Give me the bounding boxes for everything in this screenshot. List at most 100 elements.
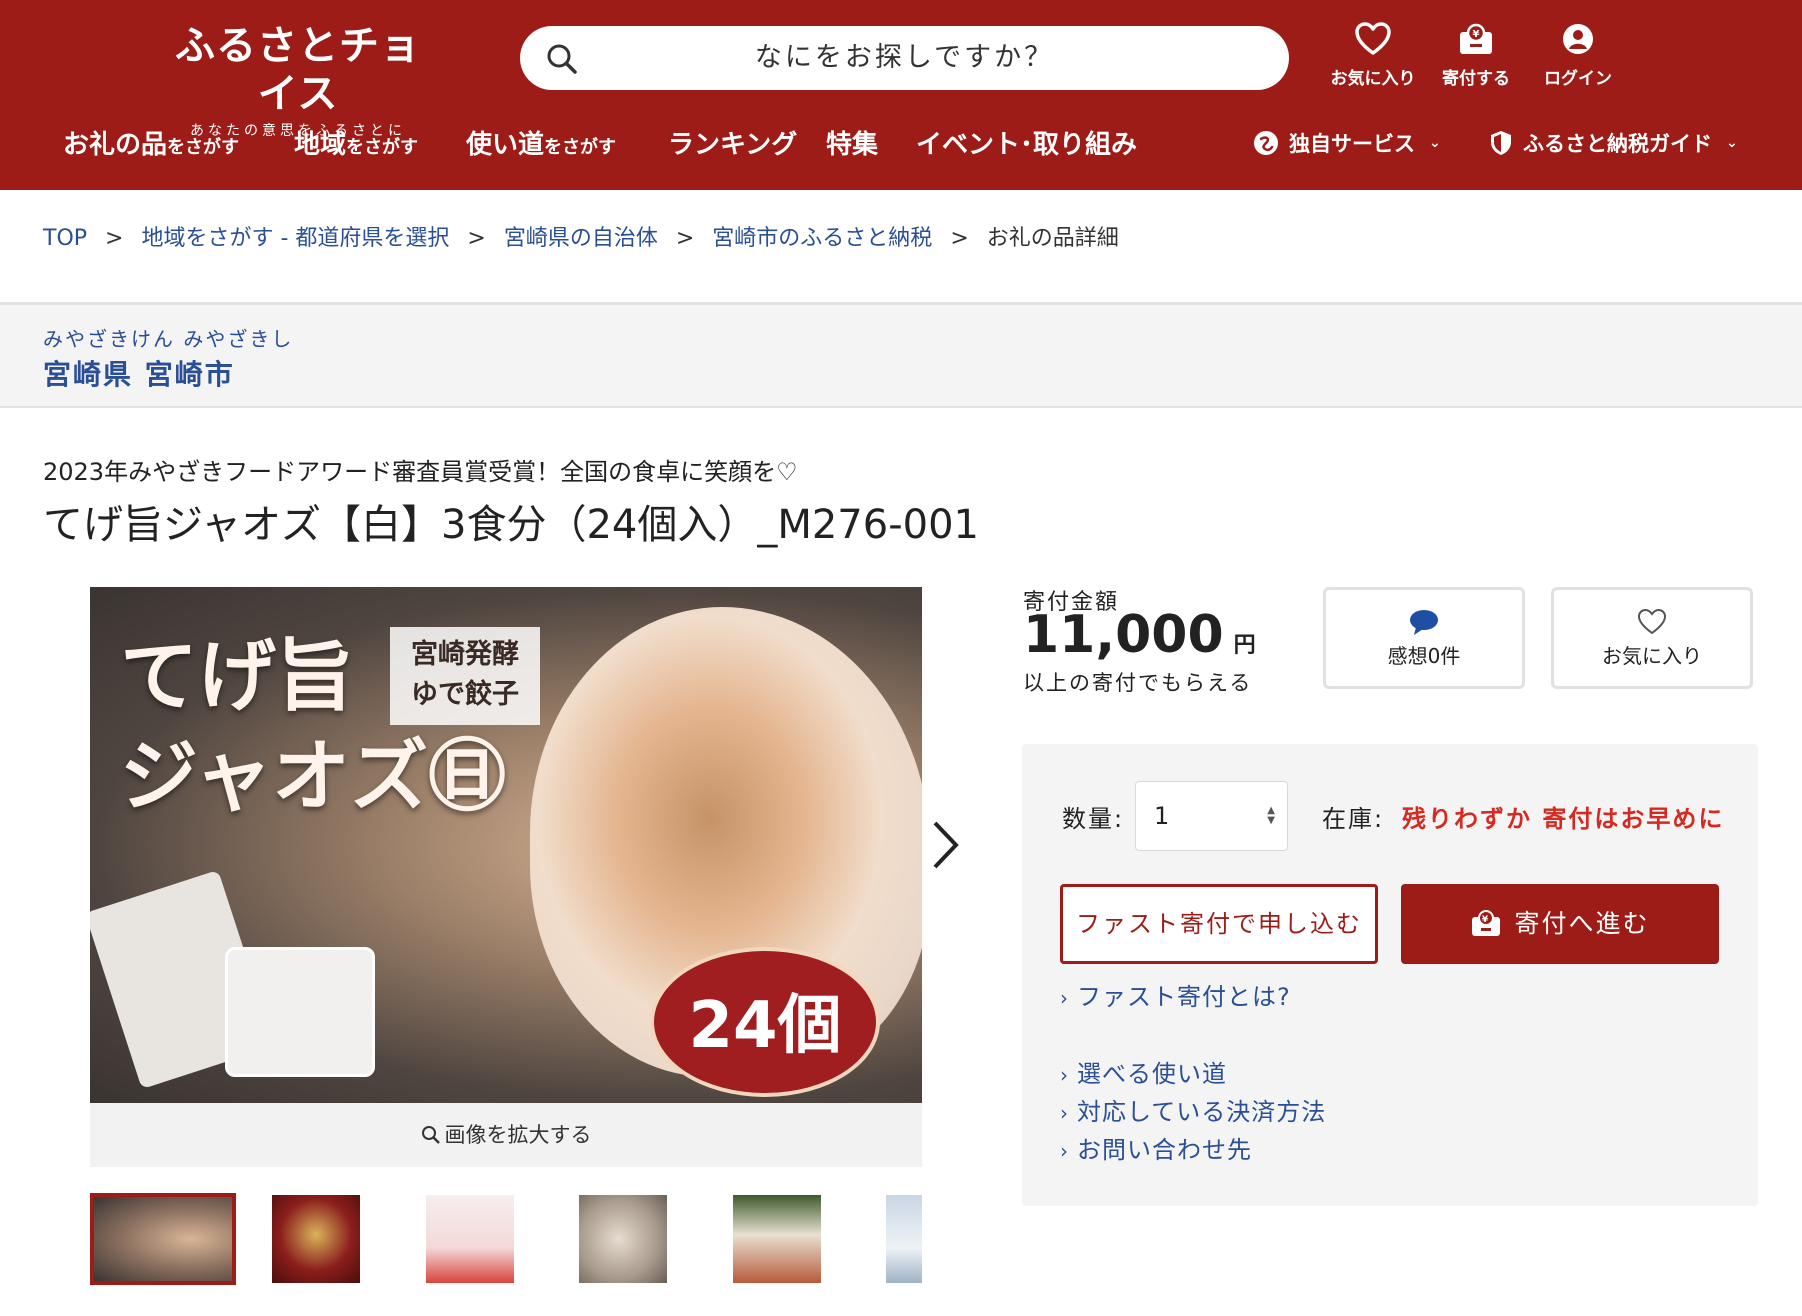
thumbnail[interactable] bbox=[426, 1195, 514, 1283]
nav-gifts-suffix: をさがす bbox=[167, 137, 240, 158]
favorite-label: お気に入り bbox=[1602, 644, 1702, 668]
thumbnail[interactable] bbox=[886, 1195, 922, 1283]
breadcrumb-region[interactable]: 地域をさがす - 都道府県を選択 bbox=[141, 226, 449, 251]
proceed-donate-label: 寄付へ進む bbox=[1514, 909, 1650, 938]
product-main-image[interactable]: てげ旨 ジャオズ㊐ 宮崎発酵 ゆで餃子 24個 bbox=[90, 587, 922, 1103]
municipality-kana: みやざきけん みやざきし bbox=[43, 327, 294, 351]
thumbnail[interactable] bbox=[579, 1195, 667, 1283]
chevron-down-icon: ⌄ bbox=[1726, 135, 1738, 151]
nav-events[interactable]: イベント･取り組み bbox=[916, 124, 1137, 161]
spinner-icon[interactable]: ▲ ▼ bbox=[1267, 806, 1275, 826]
nav-usage[interactable]: 使い道をさがす bbox=[466, 124, 616, 161]
nav-guide[interactable]: ふるさと納税ガイド ⌄ bbox=[1489, 128, 1738, 158]
reviews-label: 感想0件 bbox=[1387, 644, 1461, 668]
search-input[interactable]: なにをお探しですか？ bbox=[520, 26, 1289, 90]
reviews-button[interactable]: 感想0件 bbox=[1323, 587, 1525, 689]
nav-services-label: 独自サービス bbox=[1289, 132, 1415, 156]
speech-bubble-icon bbox=[1410, 610, 1438, 635]
donation-box-icon: ¥ bbox=[1472, 910, 1501, 936]
magnifier-icon bbox=[421, 1126, 440, 1144]
chevron-right-icon: › bbox=[1060, 1101, 1069, 1125]
nav-ranking[interactable]: ランキング bbox=[668, 124, 797, 161]
nav-region-suffix: をさがす bbox=[346, 137, 419, 158]
breadcrumb-prefecture[interactable]: 宮崎県の自治体 bbox=[504, 226, 658, 251]
nav-region-label: 地域 bbox=[294, 130, 347, 160]
thumbnail[interactable] bbox=[90, 1193, 236, 1285]
chevron-right-icon[interactable] bbox=[930, 820, 960, 870]
heart-icon bbox=[1355, 22, 1391, 55]
usage-label: 選べる使い道 bbox=[1077, 1060, 1227, 1088]
nav-guide-label: ふるさと納税ガイド bbox=[1523, 132, 1712, 156]
nav-usage-label: 使い道 bbox=[466, 130, 545, 160]
image-tag-line1: 宮崎発酵 bbox=[411, 639, 519, 670]
image-tag-line2: ゆで餃子 bbox=[411, 679, 519, 710]
chevron-right-icon: › bbox=[1060, 1063, 1069, 1087]
quantity-value: 1 bbox=[1154, 802, 1170, 830]
chevron-down-icon: ⌄ bbox=[1429, 135, 1441, 151]
breadcrumb-separator: > bbox=[467, 226, 486, 251]
svg-text:¥: ¥ bbox=[1482, 915, 1490, 925]
thumbnail[interactable] bbox=[272, 1195, 360, 1283]
main-nav: お礼の品をさがす 地域をさがす 使い道をさがす ランキング 特集 イベント･取り… bbox=[0, 124, 1802, 164]
search-box[interactable]: なにをお探しですか？ bbox=[520, 26, 1289, 90]
breadcrumb-separator: > bbox=[675, 226, 695, 251]
currency-label: 円 bbox=[1233, 633, 1256, 658]
chevron-right-icon: › bbox=[1060, 1139, 1069, 1163]
contact-label: お問い合わせ先 bbox=[1077, 1136, 1252, 1164]
nav-feature-label: 特集 bbox=[826, 130, 879, 160]
image-title-line2: ジャオズ㊐ bbox=[120, 731, 507, 822]
tray-photo bbox=[225, 947, 375, 1077]
usage-link[interactable]: › 選べる使い道 bbox=[1060, 1054, 1227, 1089]
nav-feature[interactable]: 特集 bbox=[826, 124, 878, 161]
login-link[interactable]: ログイン bbox=[1530, 22, 1626, 89]
nav-ranking-label: ランキング bbox=[668, 130, 798, 160]
breadcrumb-current: お礼の品詳細 bbox=[986, 226, 1119, 251]
breadcrumb-city[interactable]: 宮崎市のふるさと納税 bbox=[712, 226, 932, 251]
breadcrumb-separator: > bbox=[105, 226, 124, 251]
breadcrumb: TOP > 地域をさがす - 都道府県を選択 > 宮崎県の自治体 > 宮崎市のふるさと納税 >… bbox=[43, 220, 1119, 252]
logo-text: ふるさとチョイス bbox=[175, 22, 421, 117]
payment-link[interactable]: › 対応している決済方法 bbox=[1060, 1092, 1326, 1127]
nav-gifts[interactable]: お礼の品をさがす bbox=[63, 124, 239, 161]
favorites-link[interactable]: お気に入り bbox=[1325, 22, 1421, 89]
zoom-image-button[interactable]: 画像を拡大する bbox=[90, 1103, 922, 1167]
nav-events-label: イベント･取り組み bbox=[916, 130, 1138, 160]
breadcrumb-top[interactable]: TOP bbox=[43, 226, 87, 251]
login-label: ログイン bbox=[1544, 69, 1612, 89]
shield-icon bbox=[1491, 131, 1511, 155]
quantity-label: 数量: bbox=[1062, 805, 1125, 833]
contact-link[interactable]: › お問い合わせ先 bbox=[1060, 1130, 1252, 1165]
nav-region[interactable]: 地域をさがす bbox=[294, 124, 418, 161]
donation-panel: 数量: 1 ▲ ▼ 在庫: 残りわずか 寄付はお早めに ファスト寄付で申し込む ¥… bbox=[1022, 744, 1758, 1206]
proceed-donate-button[interactable]: ¥ 寄付へ進む bbox=[1401, 884, 1719, 964]
image-tag: 宮崎発酵 ゆで餃子 bbox=[390, 627, 540, 725]
site-logo[interactable]: ふるさとチョイス あなたの意思をふるさとに bbox=[168, 22, 428, 140]
fast-about-link[interactable]: › ファスト寄付とは? bbox=[1060, 977, 1291, 1012]
count-badge: 24個 bbox=[650, 947, 880, 1097]
amount-note: 以上の寄付でもらえる bbox=[1023, 671, 1253, 695]
fast-donate-button[interactable]: ファスト寄付で申し込む bbox=[1060, 884, 1378, 964]
user-icon bbox=[1563, 24, 1593, 54]
nav-gifts-label: お礼の品 bbox=[63, 130, 168, 160]
amount-value: 11,000 bbox=[1023, 605, 1224, 665]
favorite-button[interactable]: お気に入り bbox=[1551, 587, 1753, 689]
thumbnail[interactable] bbox=[733, 1195, 821, 1283]
quantity-select[interactable]: 1 ▲ ▼ bbox=[1135, 781, 1288, 851]
svg-text:¥: ¥ bbox=[1473, 29, 1480, 40]
count-badge-text: 24個 bbox=[688, 989, 842, 1063]
chevron-right-icon: › bbox=[1060, 986, 1069, 1010]
heart-outline-icon bbox=[1637, 608, 1667, 635]
stock-label: 在庫: bbox=[1322, 805, 1385, 833]
fast-about-label: ファスト寄付とは? bbox=[1077, 983, 1291, 1011]
donate-label: 寄付する bbox=[1442, 69, 1510, 89]
nav-services[interactable]: 独自サービス ⌄ bbox=[1253, 128, 1441, 158]
stock-status: 残りわずか 寄付はお早めに bbox=[1402, 805, 1725, 833]
breadcrumb-separator: > bbox=[950, 226, 969, 251]
municipality-name[interactable]: 宮崎県 宮崎市 bbox=[43, 353, 235, 393]
payment-label: 対応している決済方法 bbox=[1077, 1098, 1327, 1126]
donation-box-icon: ¥ bbox=[1460, 23, 1492, 54]
municipality-banner: みやざきけん みやざきし 宮崎県 宮崎市 bbox=[0, 302, 1802, 408]
favorites-label: お気に入り bbox=[1330, 69, 1416, 89]
nav-usage-suffix: をさがす bbox=[544, 137, 617, 158]
donate-link[interactable]: ¥ 寄付する bbox=[1428, 22, 1524, 89]
